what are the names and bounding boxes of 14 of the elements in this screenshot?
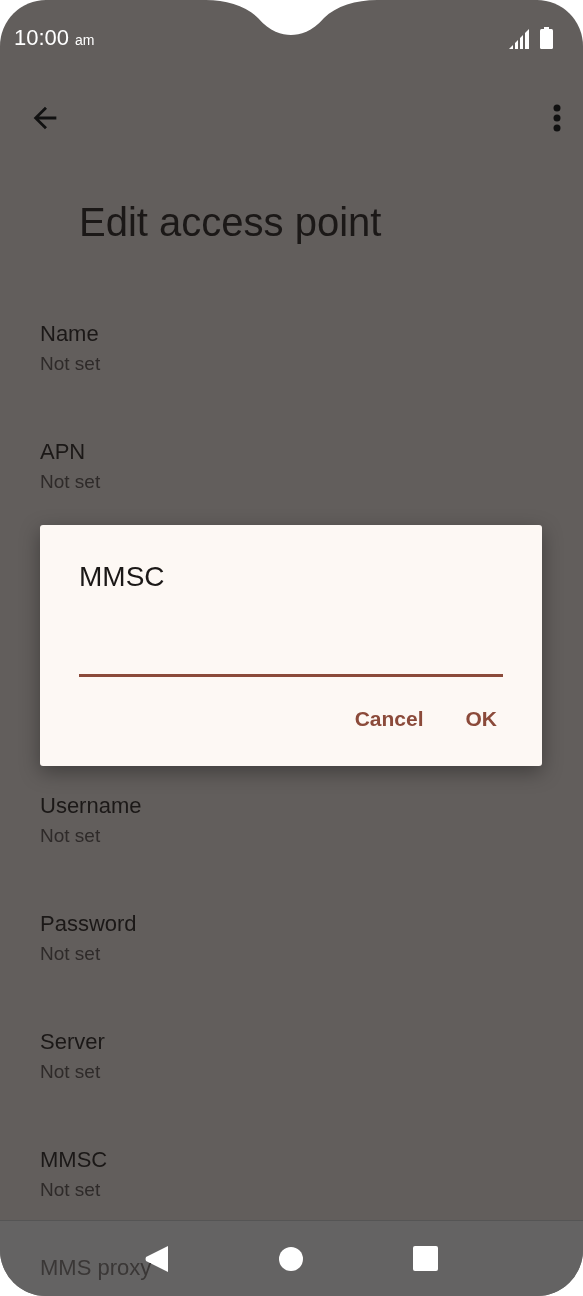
more-options-icon[interactable]: [553, 104, 561, 132]
page-title: Edit access point: [79, 199, 383, 246]
dialog-button[interactable]: OK: [451, 697, 511, 741]
setting-title: Name: [40, 320, 100, 348]
setting-title: Username: [40, 792, 143, 820]
setting-title: MMSC: [40, 1146, 109, 1174]
battery-icon: [540, 26, 553, 49]
status-time: 10:00 am: [14, 24, 95, 51]
home-icon[interactable]: [279, 1246, 303, 1271]
setting-title: Server: [40, 1028, 106, 1056]
setting-title: Password: [40, 910, 138, 938]
dialog-button[interactable]: Cancel: [340, 697, 438, 741]
setting-title: APN: [40, 438, 87, 466]
dialog-title: MMSC: [79, 560, 166, 594]
